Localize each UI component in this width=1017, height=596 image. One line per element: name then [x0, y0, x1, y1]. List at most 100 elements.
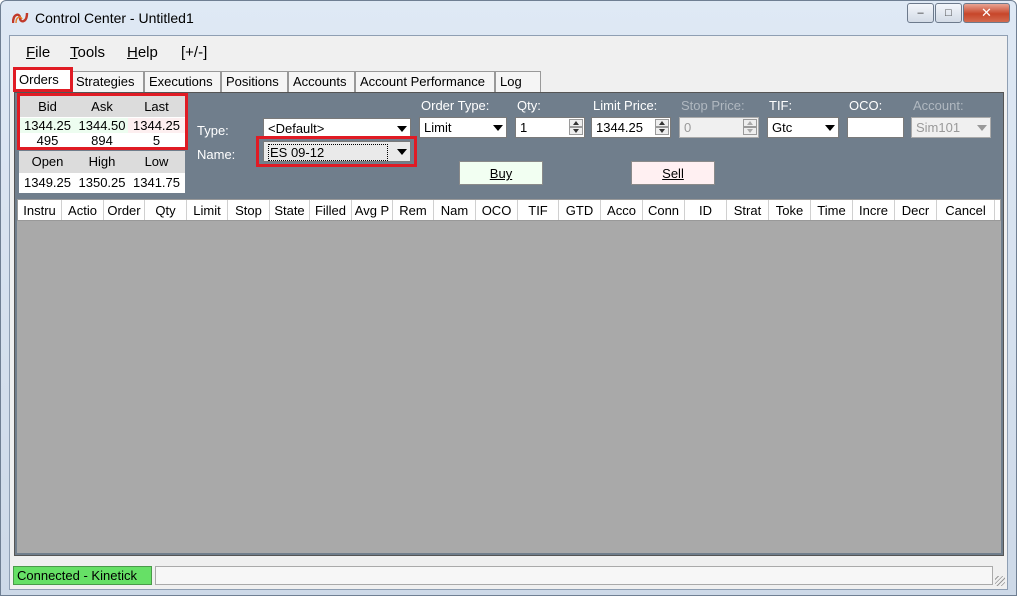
spin-up-icon[interactable] — [655, 119, 669, 127]
column-header-stop[interactable]: Stop — [228, 200, 270, 220]
tif-dropdown[interactable]: Gtc — [767, 117, 839, 138]
bid-size: 495 — [36, 133, 59, 148]
qty-spin-buttons[interactable] — [569, 119, 583, 136]
menu-tools-mnemonic: T — [70, 44, 78, 61]
chevron-down-icon — [977, 125, 987, 131]
sell-button[interactable]: Sell — [631, 161, 715, 185]
tab-positions[interactable]: Positions — [221, 71, 288, 92]
column-header-tif[interactable]: TIF — [518, 200, 559, 220]
menu-help-mnemonic: H — [127, 44, 138, 61]
column-header-toke[interactable]: Toke — [769, 200, 811, 220]
column-header-oco[interactable]: OCO — [476, 200, 518, 220]
connection-status: Connected - Kinetick — [13, 566, 152, 585]
column-header-id[interactable]: ID — [685, 200, 727, 220]
oco-label: OCO: — [849, 98, 883, 113]
oco-input[interactable] — [847, 117, 904, 138]
menu-help-label: elp — [137, 44, 158, 61]
menu-file-label: ile — [35, 44, 51, 61]
ask-price: 1344.50 — [76, 118, 128, 133]
limit-price-value: 1344.25 — [596, 120, 643, 135]
last-size: 5 — [152, 133, 161, 148]
app-logo-icon — [12, 12, 29, 24]
stop-price-spin-buttons — [743, 119, 757, 136]
window-title: Control Center - Untitled1 — [35, 10, 194, 26]
account-dropdown: Sim101 — [911, 117, 991, 138]
menu-tools[interactable]: Tools — [70, 44, 105, 61]
spin-up-icon[interactable] — [569, 119, 583, 127]
chevron-down-icon — [397, 149, 407, 155]
close-button[interactable]: ✕ — [963, 3, 1010, 23]
spin-down-icon[interactable] — [655, 127, 669, 135]
menu-help[interactable]: Help — [127, 44, 158, 61]
column-header-state[interactable]: State — [270, 200, 310, 220]
open-header: Open — [31, 154, 64, 169]
quote-header-row: Bid Ask Last — [19, 95, 185, 117]
tif-value: Gtc — [772, 120, 793, 135]
ohl-box: Open High Low 1349.25 1350.25 1341.75 — [19, 151, 185, 193]
column-header-time[interactable]: Time — [811, 200, 853, 220]
type-label: Type: — [197, 123, 229, 138]
account-label: Account: — [913, 98, 964, 113]
last-price: 1344.25 — [128, 118, 185, 133]
column-header-avg-p[interactable]: Avg P — [352, 200, 393, 220]
limit-price-spin-buttons[interactable] — [655, 119, 669, 136]
order-type-label: Order Type: — [421, 98, 490, 113]
chevron-down-icon — [493, 125, 503, 131]
spin-down-icon[interactable] — [569, 127, 583, 135]
limit-price-stepper[interactable]: 1344.25 — [591, 117, 671, 138]
column-header-qty[interactable]: Qty — [145, 200, 187, 220]
column-header-cancel[interactable]: Cancel — [937, 200, 995, 220]
buy-button[interactable]: Buy — [459, 161, 543, 185]
column-header-limit[interactable]: Limit — [187, 200, 228, 220]
tab-account-performance[interactable]: Account Performance — [355, 71, 495, 92]
resize-grip-icon[interactable] — [995, 576, 1005, 586]
column-header-gtd[interactable]: GTD — [559, 200, 601, 220]
high-header: High — [88, 154, 116, 169]
stop-price-label: Stop Price: — [681, 98, 745, 113]
status-bar: Connected - Kinetick — [10, 564, 1007, 588]
account-value: Sim101 — [916, 120, 961, 135]
tab-orders[interactable]: Orders — [14, 69, 71, 92]
maximize-button[interactable]: □ — [935, 3, 962, 23]
open-value: 1349.25 — [24, 175, 71, 190]
menu-file-mnemonic: F — [26, 44, 36, 61]
column-header-nam[interactable]: Nam — [434, 200, 476, 220]
type-value: <Default> — [268, 121, 325, 136]
qty-value: 1 — [520, 120, 528, 135]
chevron-down-icon — [825, 125, 835, 131]
window-controls: – □ ✕ — [906, 3, 1010, 25]
menu-expand-toggle[interactable]: [+/-] — [181, 44, 207, 61]
column-header-incre[interactable]: Incre — [853, 200, 895, 220]
instrument-name-value: ES 09-12 — [268, 144, 388, 161]
control-center-window: Control Center - Untitled1 – □ ✕ File To… — [0, 0, 1017, 596]
column-header-rem[interactable]: Rem — [393, 200, 434, 220]
column-header-order[interactable]: Order — [104, 200, 145, 220]
order-type-dropdown[interactable]: Limit — [419, 117, 507, 138]
last-header: Last — [144, 99, 169, 114]
stop-price-value: 0 — [684, 120, 692, 135]
bid-header: Bid — [38, 99, 57, 114]
column-header-filled[interactable]: Filled — [310, 200, 352, 220]
tab-executions[interactable]: Executions — [144, 71, 221, 92]
qty-stepper[interactable]: 1 — [515, 117, 585, 138]
tab-accounts[interactable]: Accounts — [288, 71, 355, 92]
type-dropdown[interactable]: <Default> — [263, 118, 411, 139]
bid-price: 1344.25 — [19, 118, 76, 133]
column-header-acco[interactable]: Acco — [601, 200, 643, 220]
column-header-instru[interactable]: Instru — [18, 200, 62, 220]
orders-grid-body[interactable] — [17, 221, 1001, 553]
tab-log[interactable]: Log — [495, 71, 541, 92]
status-message-field — [155, 566, 993, 585]
column-header-conn[interactable]: Conn — [643, 200, 685, 220]
menu-file[interactable]: File — [26, 44, 50, 61]
column-header-decr[interactable]: Decr — [895, 200, 937, 220]
tab-strategies[interactable]: Strategies — [71, 71, 144, 92]
low-header: Low — [144, 154, 169, 169]
title-bar[interactable]: Control Center - Untitled1 – □ ✕ — [1, 1, 1016, 35]
column-header-actio[interactable]: Actio — [62, 200, 104, 220]
minimize-button[interactable]: – — [907, 3, 934, 23]
sell-label: Sell — [662, 166, 684, 181]
instrument-name-dropdown[interactable]: ES 09-12 — [263, 141, 411, 162]
column-header-strat[interactable]: Strat — [727, 200, 769, 220]
buy-label: Buy — [489, 166, 513, 181]
